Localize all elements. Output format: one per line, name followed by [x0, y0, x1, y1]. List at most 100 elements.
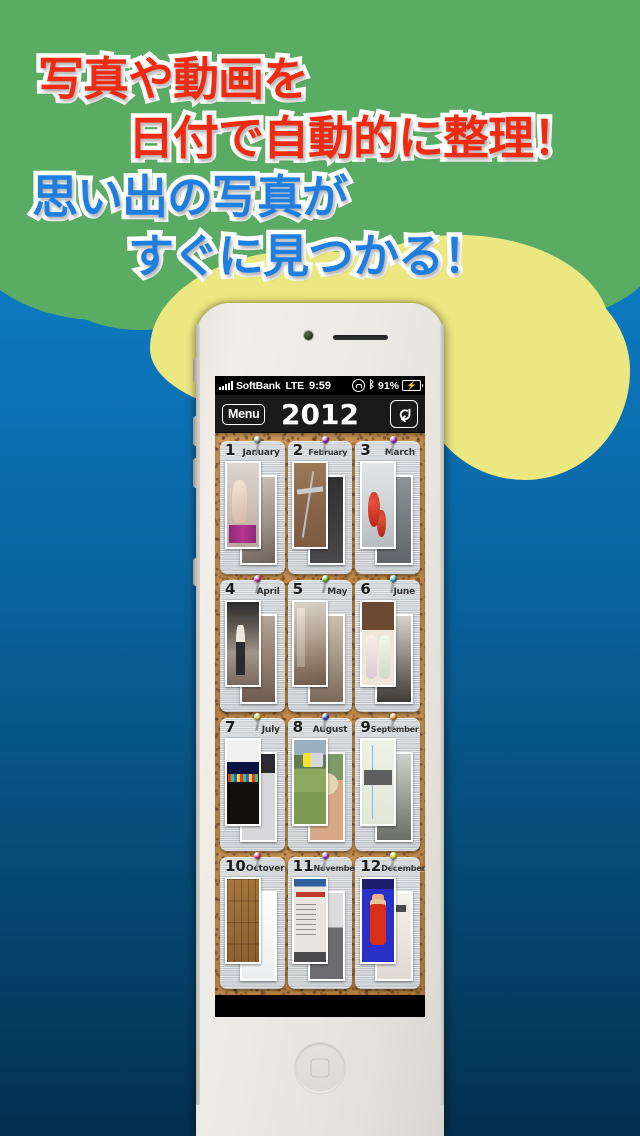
month-card-header: 1 January: [220, 443, 285, 460]
month-grid: 1 January 2 February 3 March 4 April 5 May 6 June 7 J…: [215, 433, 425, 995]
month-card-header: 11 November: [288, 856, 359, 876]
photo-thumbnail[interactable]: [359, 738, 397, 826]
pushpin-icon: [252, 713, 266, 731]
month-name: April: [256, 586, 280, 597]
month-card[interactable]: 10 Octover: [220, 851, 285, 989]
phone-screen: SoftBank LTE 9:59 ᛒ 91% ⚡ Menu 2012 1 Ja…: [215, 376, 425, 1017]
month-card-header: 8 August: [288, 720, 353, 737]
pushpin-icon: [320, 574, 334, 593]
menu-button[interactable]: Menu: [222, 403, 266, 425]
app-navigation-bar: Menu 2012: [215, 395, 425, 433]
month-number: 7: [225, 718, 236, 736]
month-card[interactable]: 2 February: [287, 436, 353, 574]
month-card-header: 10 Octover: [220, 858, 285, 876]
month-name: Octover: [245, 863, 285, 874]
photo-thumbnail[interactable]: [359, 876, 397, 965]
month-name: June: [393, 586, 416, 597]
month-card-header: 4 April: [220, 579, 285, 599]
month-number: 8: [292, 718, 304, 736]
battery-charging-icon: ⚡: [402, 380, 423, 391]
pushpin-icon: [252, 574, 266, 593]
home-button[interactable]: [295, 1043, 345, 1093]
month-photo-stack: [292, 460, 349, 570]
month-number: 1: [225, 441, 236, 459]
month-photo-stack: [224, 460, 281, 570]
photo-image: [294, 740, 327, 824]
month-number: 2: [292, 441, 304, 459]
month-card-header: 5 May: [288, 579, 353, 599]
month-photo-stack: [359, 460, 416, 570]
rotate-refresh-icon[interactable]: [390, 400, 418, 428]
month-card-header: 6 June: [355, 579, 420, 599]
cork-board: 1 January 2 February 3 March 4 April 5 May 6 June 7 J…: [215, 433, 425, 995]
photo-image: [361, 601, 395, 686]
photo-thumbnail[interactable]: [224, 461, 261, 549]
pushpin-icon: [320, 713, 334, 731]
month-card[interactable]: 4 April: [220, 574, 285, 712]
month-card[interactable]: 1 January: [220, 436, 285, 574]
photo-image: [226, 740, 259, 824]
photo-thumbnail[interactable]: [359, 599, 397, 688]
promo-screenshot: 写真や動画を 日付で自動的に整理！ 思い出の写真が すぐに見つかる！ SoftB…: [0, 0, 640, 1136]
month-photo-stack: [359, 737, 416, 847]
battery-percent-label: 91%: [377, 379, 399, 392]
month-card[interactable]: 11 November: [287, 851, 359, 989]
month-number: 9: [360, 718, 371, 736]
photo-image: [226, 601, 259, 686]
month-name: February: [308, 448, 348, 457]
photo-thumbnail[interactable]: [292, 876, 329, 965]
month-card[interactable]: 7 July: [220, 713, 285, 851]
month-number: 11: [292, 856, 314, 875]
month-card[interactable]: 8 August: [287, 713, 353, 851]
photo-thumbnail[interactable]: [292, 738, 329, 826]
month-name: August: [312, 725, 348, 735]
month-card-header: 2 February: [288, 443, 353, 460]
month-card[interactable]: 5 May: [287, 574, 353, 712]
month-card[interactable]: 9 September: [355, 713, 420, 851]
home-rounded-square-icon: [310, 1058, 330, 1078]
month-photo-stack: [292, 737, 349, 847]
month-photo-stack: [224, 737, 281, 847]
pushpin-icon: [252, 851, 266, 870]
silent-switch[interactable]: [193, 358, 198, 384]
photo-thumbnail[interactable]: [224, 738, 261, 826]
month-card[interactable]: 12 December: [355, 851, 425, 989]
photo-thumbnail[interactable]: [224, 876, 261, 965]
status-bar: SoftBank LTE 9:59 ᛒ 91% ⚡: [215, 376, 425, 395]
month-photo-stack: [292, 876, 349, 986]
photo-image: [226, 463, 259, 547]
month-card[interactable]: 6 June: [355, 574, 420, 712]
month-name: March: [384, 448, 415, 458]
photo-image: [361, 878, 395, 963]
phone-device: SoftBank LTE 9:59 ᛒ 91% ⚡ Menu 2012 1 Ja…: [193, 303, 444, 1136]
month-card-header: 9 September: [355, 720, 420, 737]
photo-image: [294, 601, 327, 686]
pushpin-icon: [388, 436, 402, 454]
side-button[interactable]: [193, 558, 198, 586]
month-number: 6: [360, 579, 371, 598]
photo-image: [226, 878, 259, 963]
front-camera-icon: [304, 331, 313, 340]
pushpin-icon: [252, 436, 266, 454]
screen-bottom-filler: [215, 995, 425, 1017]
month-photo-stack: [359, 599, 416, 709]
month-card[interactable]: 3 March: [355, 436, 420, 574]
month-card-header: 7 July: [220, 720, 285, 737]
volume-down-button[interactable]: [193, 458, 198, 488]
photo-thumbnail[interactable]: [224, 599, 261, 688]
month-name: September: [370, 725, 419, 734]
photo-image: [294, 878, 327, 963]
month-name: November: [313, 863, 359, 873]
month-card-header: 3 March: [355, 443, 420, 460]
yellow-blob: [420, 270, 630, 480]
photo-thumbnail[interactable]: [359, 461, 397, 549]
pushpin-icon: [388, 851, 402, 870]
month-photo-stack: [292, 599, 349, 709]
month-photo-stack: [224, 599, 281, 709]
photo-thumbnail[interactable]: [292, 461, 329, 549]
month-name: May: [327, 586, 348, 597]
volume-up-button[interactable]: [193, 416, 198, 446]
month-number: 4: [225, 579, 236, 598]
photo-thumbnail[interactable]: [292, 599, 329, 688]
month-number: 5: [292, 579, 304, 598]
